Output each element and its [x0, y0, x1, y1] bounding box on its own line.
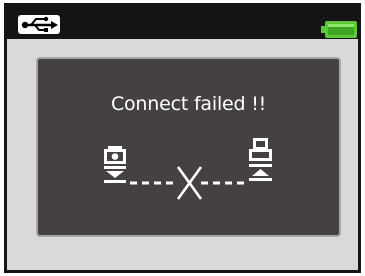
usb-icon [21, 16, 58, 32]
usb-badge [18, 15, 60, 34]
camera-lcd-screen: Connect failed !! [4, 3, 361, 273]
status-bar [7, 6, 358, 39]
battery-full-icon [321, 21, 357, 38]
cross-icon [176, 166, 203, 200]
printer-icon [249, 138, 272, 181]
connection-diagram [104, 138, 272, 200]
connect-failed-dialog: Connect failed !! [36, 57, 341, 237]
camera-icon [104, 146, 126, 183]
